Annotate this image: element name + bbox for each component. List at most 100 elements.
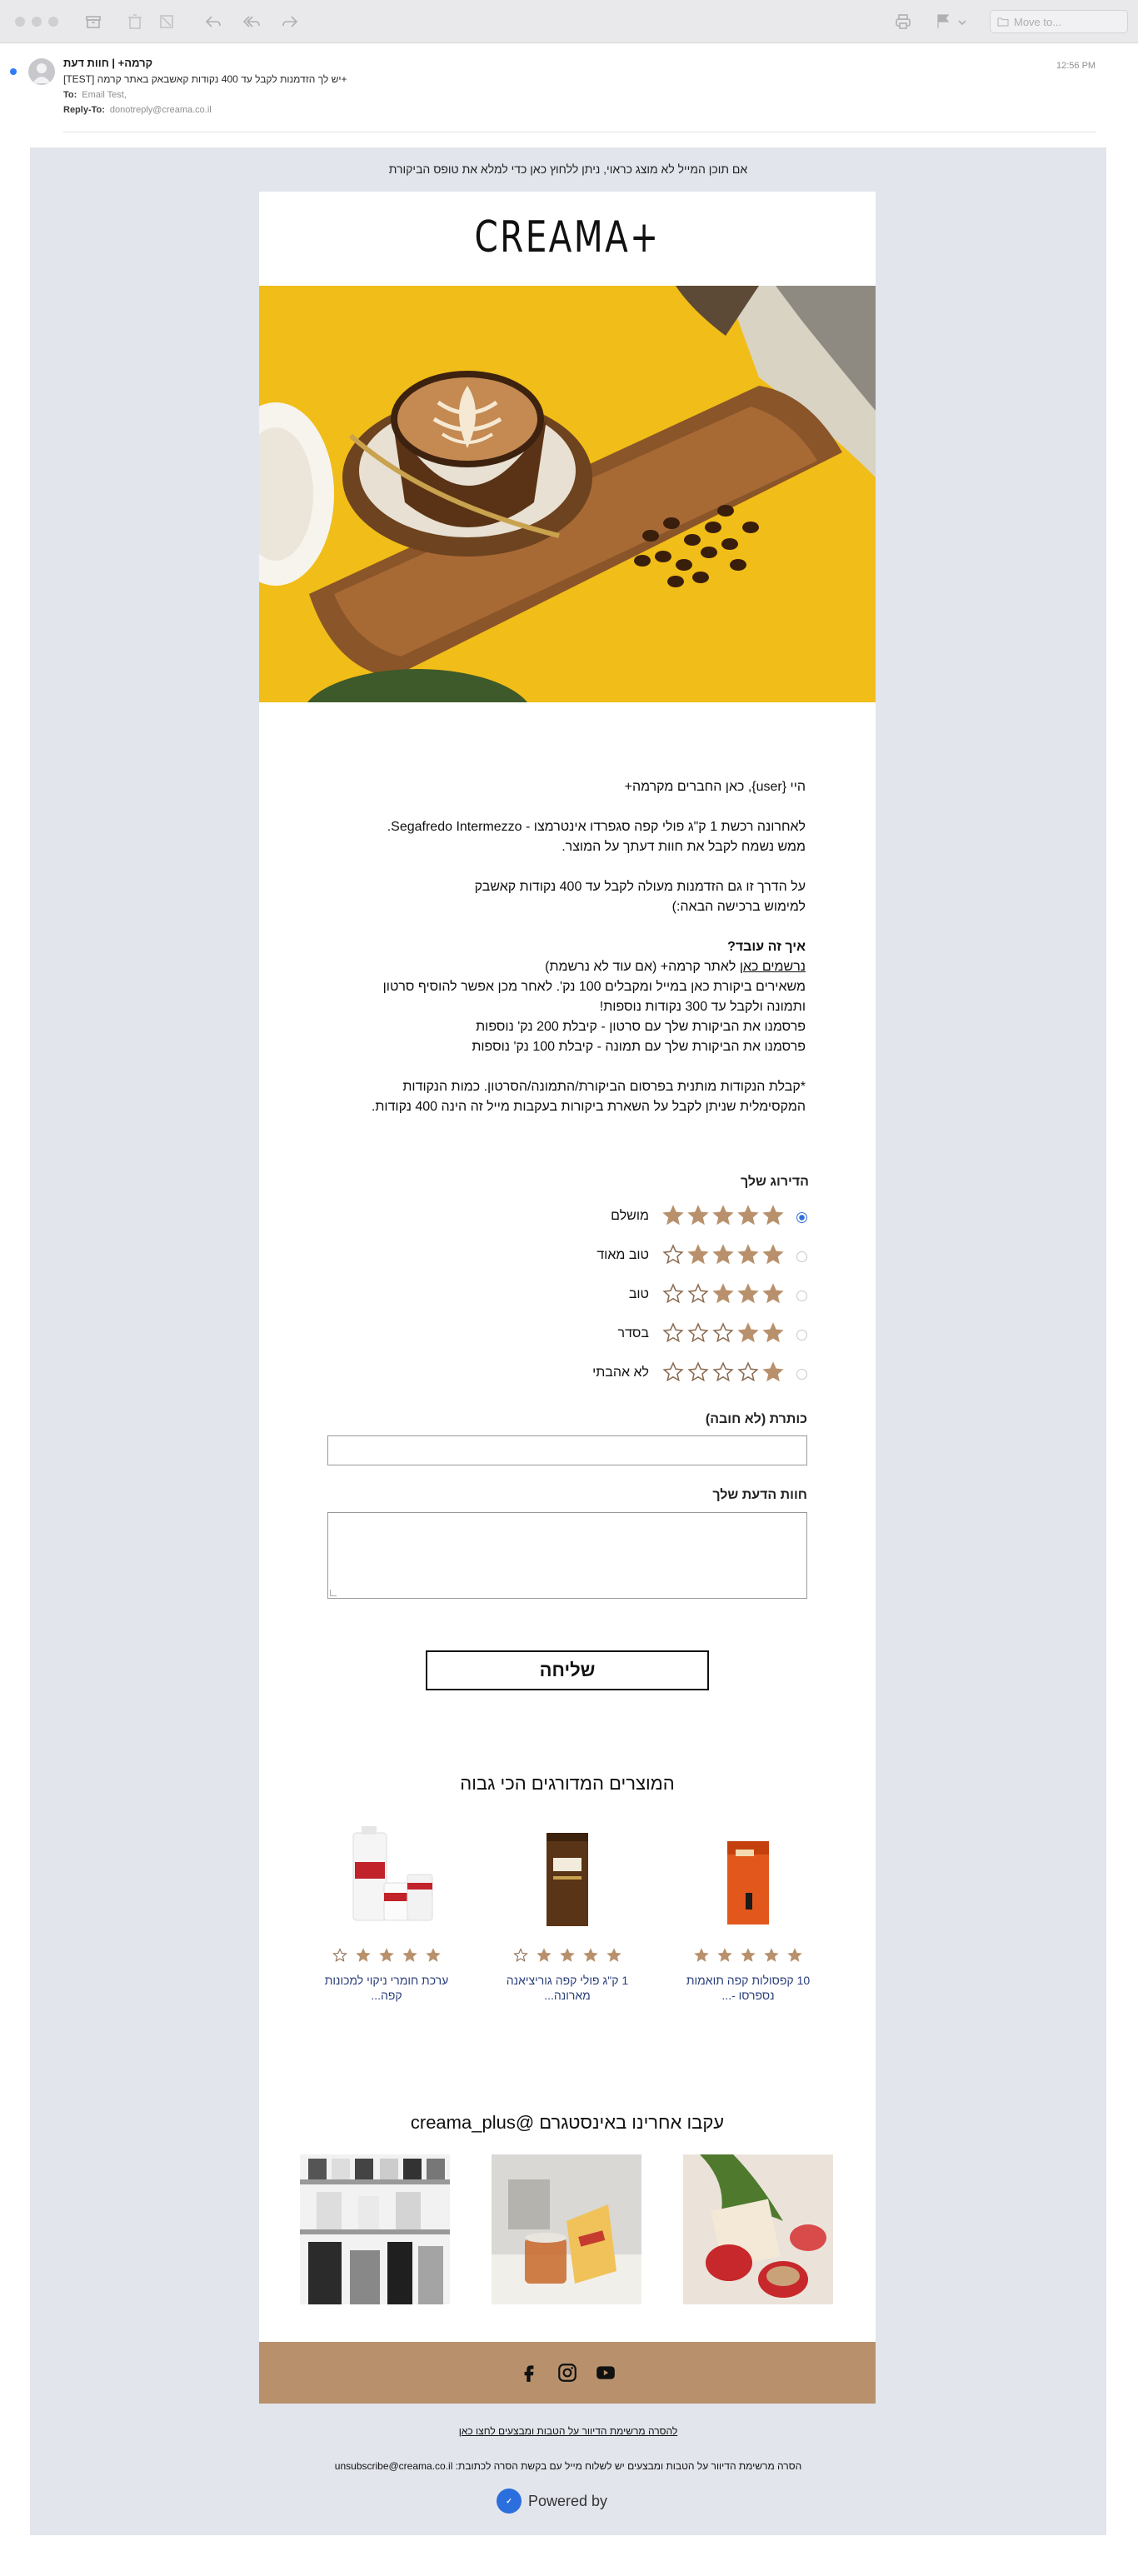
greeting: היי {user}, כאן החברים מקרמה+ bbox=[624, 780, 806, 794]
product-name-line: מארונה... bbox=[544, 1989, 591, 2002]
unread-indicator bbox=[10, 68, 17, 75]
rating-stars bbox=[662, 1205, 784, 1226]
zoom-window-button[interactable] bbox=[48, 17, 58, 27]
rating-stars bbox=[662, 1283, 784, 1305]
how-it-works-title: איך זה עובד? bbox=[727, 940, 806, 954]
rating-option[interactable]: בסדר bbox=[507, 1322, 807, 1347]
print-icon[interactable] bbox=[893, 12, 913, 32]
archive-icon[interactable] bbox=[83, 12, 103, 32]
promo-line-2: למימוש ברכישה הבאה:) bbox=[671, 900, 806, 914]
product-rating bbox=[488, 1948, 646, 1963]
rating-option[interactable]: מושלם bbox=[507, 1205, 807, 1230]
flag-icon[interactable] bbox=[933, 12, 953, 32]
email-card: CREAMA+ היי {user}, כאן החברים מקרמה+ לא… bbox=[259, 192, 876, 2342]
product-rating bbox=[307, 1948, 466, 1963]
chevron-down-icon[interactable] bbox=[956, 12, 968, 32]
product-name-line: נספרסו -... bbox=[721, 1989, 775, 2002]
product-name[interactable]: 10 קפסולות קפה תואמות נספרסו -... bbox=[669, 1973, 827, 2003]
avatar bbox=[28, 58, 55, 85]
star-empty-icon bbox=[662, 1322, 684, 1343]
preheader-link[interactable]: אם תוכן המייל לא מוצג כראוי, ניתן ללחוץ … bbox=[30, 162, 1106, 176]
hero-image bbox=[259, 286, 876, 702]
product-image-coffee-beans[interactable] bbox=[488, 1825, 646, 1933]
instagram-post-tea[interactable] bbox=[492, 2154, 641, 2304]
title-input[interactable] bbox=[327, 1435, 807, 1465]
minimize-window-button[interactable] bbox=[32, 17, 42, 27]
star-filled-icon bbox=[787, 1948, 802, 1962]
reply-to-value[interactable]: donotreply@creama.co.il bbox=[110, 105, 212, 115]
promo-line-1: על הדרך זו גם הזדמנות מעולה לקבל עד 400 … bbox=[474, 880, 806, 894]
rating-stars bbox=[662, 1322, 784, 1344]
star-empty-icon bbox=[662, 1283, 684, 1304]
reply-to-line: Reply-To: donotreply@creama.co.il bbox=[63, 105, 212, 115]
product-name[interactable]: 1 ק"ג פולי קפה גוריציאנה מארונה... bbox=[488, 1973, 646, 2003]
to-label: To: bbox=[63, 90, 77, 100]
resize-handle[interactable] bbox=[330, 1590, 337, 1596]
product-image-cleaning-kit[interactable] bbox=[307, 1825, 466, 1933]
star-filled-icon bbox=[537, 1948, 552, 1962]
instagram-post-cups[interactable] bbox=[683, 2154, 833, 2304]
product-name-line: 1 ק"ג פולי קפה גוריציאנה bbox=[506, 1974, 629, 1987]
product-card-coffee-beans[interactable]: 1 ק"ג פולי קפה גוריציאנה מארונה... bbox=[488, 1825, 646, 2003]
star-empty-icon bbox=[687, 1361, 709, 1382]
star-filled-icon bbox=[737, 1244, 759, 1265]
rating-title: הדירוג שלך bbox=[740, 1175, 809, 1189]
rating-option[interactable]: לא אהבתי bbox=[507, 1361, 807, 1386]
reply-icon[interactable] bbox=[203, 12, 223, 32]
product-card-cleaning-kit[interactable]: ערכת חומרי ניקוי למכונות קפה... bbox=[307, 1825, 466, 2003]
rating-radio[interactable] bbox=[796, 1330, 807, 1340]
rating-radio[interactable] bbox=[796, 1212, 807, 1223]
star-filled-icon bbox=[560, 1948, 575, 1962]
rating-option[interactable]: טוב מאוד bbox=[507, 1244, 807, 1269]
star-filled-icon bbox=[762, 1244, 784, 1265]
to-line: To: Email Test, bbox=[63, 90, 127, 100]
star-filled-icon bbox=[762, 1283, 784, 1304]
brand-logo[interactable]: CREAMA+ bbox=[327, 212, 807, 262]
trash-icon[interactable] bbox=[125, 12, 145, 32]
folder-icon bbox=[997, 17, 1009, 27]
rating-radio[interactable] bbox=[796, 1290, 807, 1301]
how-step-2: משאירים ביקורת כאן במייל ומקבלים 100 נק'… bbox=[382, 980, 806, 994]
star-filled-icon bbox=[687, 1205, 709, 1226]
product-name-line: ערכת חומרי ניקוי למכונות bbox=[324, 1974, 449, 1987]
rating-label: לא אהבתי bbox=[592, 1365, 649, 1380]
product-card-capsules[interactable]: 10 קפסולות קפה תואמות נספרסו -... bbox=[669, 1825, 827, 2003]
rating-radio[interactable] bbox=[796, 1369, 807, 1380]
powered-by-text: Powered by bbox=[528, 2492, 608, 2509]
star-empty-icon bbox=[662, 1361, 684, 1382]
star-empty-icon bbox=[687, 1322, 709, 1343]
how-step-4: פרסמנו את הביקורת שלך עם תמונה - קיבלת 1… bbox=[472, 1040, 806, 1054]
rating-stars bbox=[662, 1361, 784, 1383]
review-textarea[interactable] bbox=[327, 1512, 807, 1599]
instagram-post-machines[interactable] bbox=[300, 2154, 450, 2304]
star-filled-icon bbox=[764, 1948, 779, 1962]
junk-icon[interactable] bbox=[157, 12, 177, 32]
social-icons bbox=[259, 2362, 876, 2384]
close-window-button[interactable] bbox=[15, 17, 25, 27]
star-filled-icon bbox=[762, 1322, 784, 1343]
product-name[interactable]: ערכת חומרי ניקוי למכונות קפה... bbox=[307, 1973, 466, 2003]
note-line-1: *קבלת הנקודות מותנית בפרסום הביקורת/התמו… bbox=[402, 1080, 806, 1094]
top-products-title: המוצרים המדורגים הכי גבוה bbox=[460, 1773, 675, 1794]
submit-button[interactable]: שליחה bbox=[426, 1650, 709, 1690]
reply-all-icon[interactable] bbox=[242, 12, 262, 32]
register-link[interactable]: נרשמים כאן bbox=[740, 960, 806, 974]
rating-option[interactable]: טוב bbox=[507, 1283, 807, 1308]
star-filled-icon bbox=[717, 1948, 732, 1962]
star-filled-icon bbox=[402, 1948, 417, 1962]
move-to-field[interactable]: Move to... bbox=[990, 10, 1128, 33]
to-value[interactable]: Email Test, bbox=[82, 90, 127, 100]
star-empty-icon bbox=[712, 1322, 734, 1343]
star-filled-icon bbox=[737, 1283, 759, 1304]
youtube-icon[interactable] bbox=[595, 2362, 616, 2384]
unsubscribe-link[interactable]: להסרה מרשימת הדיוור על הטבות ומבצעים לחצ… bbox=[30, 2425, 1106, 2437]
move-to-placeholder: Move to... bbox=[1014, 16, 1062, 28]
unsubscribe-email-text[interactable]: הסרה מרשימת הדיוור על הטבות ומבצעים יש ל… bbox=[30, 2460, 1106, 2472]
product-image-capsules[interactable] bbox=[669, 1825, 827, 1933]
rating-radio[interactable] bbox=[796, 1251, 807, 1262]
instagram-icon[interactable] bbox=[557, 2362, 578, 2384]
forward-icon[interactable] bbox=[280, 12, 300, 32]
powered-by-badge[interactable]: ✓ Powered by bbox=[497, 2487, 607, 2515]
star-filled-icon bbox=[583, 1948, 598, 1962]
facebook-icon[interactable] bbox=[518, 2362, 540, 2384]
